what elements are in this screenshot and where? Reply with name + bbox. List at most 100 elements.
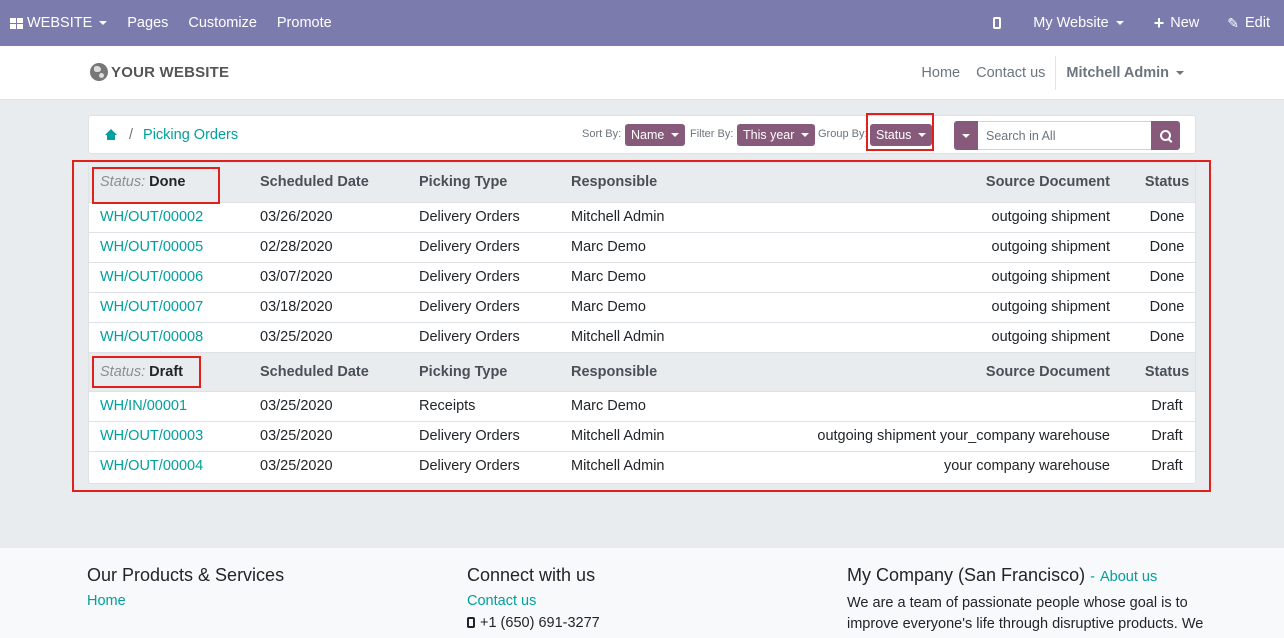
footer-phone-number: +1 (650) 691-3277 [480,615,600,631]
picking-ref-link[interactable]: WH/OUT/00006 [100,269,203,285]
mobile-preview-button[interactable] [983,0,1023,46]
picking-ref-link[interactable]: WH/OUT/00005 [100,239,203,255]
globe-icon [90,63,108,81]
edit-button[interactable]: ✎ Edit [1217,0,1284,46]
nav-item-contact[interactable]: Contact us [968,65,1053,81]
column-header-date: Scheduled Date [260,174,369,191]
footer-heading: Our Products & Services [87,565,285,585]
chevron-down-icon [1115,21,1124,25]
filter-dropdown[interactable]: This year [737,124,816,146]
footer-link-home[interactable]: Home [87,593,284,609]
footer-heading: Connect with us [467,565,596,585]
my-website-menu[interactable]: My Website [1023,0,1143,46]
cell-date: 03/25/2020 [260,398,333,414]
nav-item-home[interactable]: Home [913,65,968,81]
group-value: Status [876,128,912,142]
cell-date: 03/25/2020 [260,458,333,475]
mobile-phone-icon [993,17,1002,29]
pages-menu[interactable]: Pages [117,0,178,46]
cell-type: Delivery Orders [419,329,520,345]
table-row: WH/OUT/00005 02/28/2020 Delivery Orders … [89,232,1195,262]
column-header-date: Scheduled Date [260,363,369,380]
cell-type: Delivery Orders [419,239,520,255]
my-website-label: My Website [1033,15,1109,31]
column-header-type: Picking Type [419,174,508,191]
filter-value: This year [743,128,795,142]
table-row: WH/OUT/00007 03/18/2020 Delivery Orders … [89,292,1195,322]
group-dropdown[interactable]: Status [870,124,933,146]
table-row: WH/OUT/00002 03/26/2020 Delivery Orders … [89,202,1195,232]
chevron-down-icon [671,133,680,137]
search-icon [1160,130,1171,141]
picking-orders-table-card: Status: Done Scheduled Date Picking Type… [88,162,1196,484]
footer-company-heading: My Company (San Francisco) - About us [847,565,1203,586]
picking-ref-link[interactable]: WH/IN/00001 [100,398,187,414]
cell-date: 03/25/2020 [260,329,333,345]
main-nav: Home Contact us Mitchell Admin [913,46,1192,99]
chevron-down-icon [1176,70,1184,75]
website-menu[interactable]: WEBSITE [0,0,117,46]
group-value: Done [149,174,186,191]
sort-label: Sort By: [582,128,622,140]
user-menu[interactable]: Mitchell Admin [1058,65,1192,81]
pencil-icon: ✎ [1227,14,1239,31]
footer-link-contact[interactable]: Contact us [467,593,600,609]
logo-text: YOUR WEBSITE [111,63,230,81]
breadcrumb-current[interactable]: Picking Orders [143,127,238,143]
search-input[interactable] [978,121,1151,150]
picking-ref-link[interactable]: WH/OUT/00007 [100,299,203,315]
footer-col-connect: Connect with us Contact us +1 (650) 691-… [467,565,600,634]
cell-source: outgoing shipment [991,299,1111,315]
picking-ref-link[interactable]: WH/OUT/00002 [100,209,203,225]
plus-icon: + [1153,13,1165,33]
cell-source [721,391,1130,421]
cell-status: Draft [1151,458,1183,475]
search-button[interactable] [1151,121,1180,150]
group-header: Status: Draft [89,352,260,391]
customize-menu[interactable]: Customize [178,0,267,46]
column-header-responsible: Responsible [571,174,658,191]
group-label: Status: [100,174,146,191]
column-header-source: Source Document [985,363,1110,380]
sort-dropdown[interactable]: Name [625,124,686,146]
cell-responsible: Marc Demo [571,299,646,315]
picking-ref-link[interactable]: WH/OUT/00004 [100,458,203,474]
footer-link-about[interactable]: About us [1100,569,1157,585]
site-logo[interactable]: YOUR WEBSITE [90,63,229,81]
promote-menu[interactable]: Promote [267,0,342,46]
cell-responsible: Marc Demo [571,269,646,285]
group-value: Draft [149,363,184,380]
cell-source: outgoing shipment [991,239,1111,255]
chevron-down-icon [918,133,927,137]
cell-responsible: Mitchell Admin [571,329,665,345]
picking-ref-link[interactable]: WH/OUT/00003 [100,428,203,444]
search-bar [954,121,1181,150]
cell-date: 03/18/2020 [260,299,333,315]
group-label: Group By: [818,128,868,140]
table-row: WH/OUT/00003 03/25/2020 Delivery Orders … [89,421,1195,451]
cell-status: Done [1149,329,1185,345]
new-button[interactable]: + New [1144,0,1218,46]
cell-responsible: Mitchell Admin [571,209,665,225]
cell-source: outgoing shipment your_company warehouse [817,428,1110,444]
cell-status: Draft [1151,398,1183,414]
footer-company-name: My Company (San Francisco) [847,565,1086,585]
cell-status: Done [1149,269,1185,285]
column-header-source: Source Document [985,174,1110,191]
table-row: WH/OUT/00006 03/07/2020 Delivery Orders … [89,262,1195,292]
cell-date: 03/25/2020 [260,428,333,444]
sort-value: Name [631,128,665,142]
cell-type: Delivery Orders [419,428,520,444]
search-options-dropdown[interactable] [954,121,978,150]
cell-source: outgoing shipment [991,269,1111,285]
table-row: WH/OUT/00008 03/25/2020 Delivery Orders … [89,322,1195,352]
admin-topbar: WEBSITE Pages Customize Promote My Websi… [0,0,1284,46]
column-header-type: Picking Type [419,363,508,380]
cell-status: Done [1149,209,1185,225]
picking-orders-table: Status: Done Scheduled Date Picking Type… [89,163,1195,481]
footer-about-line-1: We are a team of passionate people whose… [847,595,1188,611]
picking-ref-link[interactable]: WH/OUT/00008 [100,329,203,345]
cell-status: Done [1149,239,1185,255]
home-icon[interactable] [105,128,117,141]
breadcrumb-separator: / [129,126,134,143]
